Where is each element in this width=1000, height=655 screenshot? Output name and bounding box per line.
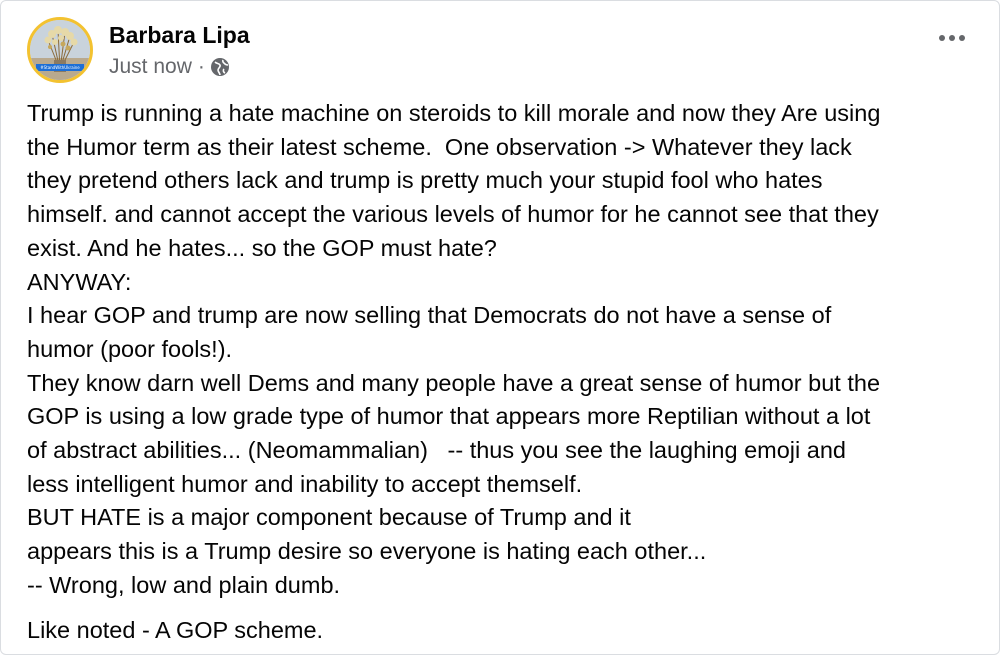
post-text-line: humor (poor fools!). xyxy=(27,335,233,362)
more-options-icon[interactable] xyxy=(939,35,965,41)
post-text-line: -- Wrong, low and plain dumb. xyxy=(27,571,341,598)
post-text-line: exist. And he hates... so the GOP must h… xyxy=(27,234,497,261)
avatar[interactable]: #StandWithUkraine xyxy=(27,17,93,83)
post-text-line: less intelligent humor and inability to … xyxy=(27,470,583,497)
globe-icon[interactable] xyxy=(210,57,230,77)
post-text-line: I hear GOP and trump are now selling tha… xyxy=(27,302,832,329)
author-name[interactable]: Barbara Lipa xyxy=(109,21,250,49)
timestamp[interactable]: Just now xyxy=(109,55,192,79)
post-text-line: ANYWAY: xyxy=(27,268,132,295)
post-meta: Barbara Lipa Just now · xyxy=(109,21,250,79)
post-text-line: BUT HATE is a major component because of… xyxy=(27,504,631,531)
more-dot xyxy=(939,35,945,41)
post-header: #StandWithUkraine Barbara Lipa Just now … xyxy=(27,17,250,83)
post-text-line: the Humor term as their latest scheme. O… xyxy=(27,133,852,160)
post-text-line: GOP is using a low grade type of humor t… xyxy=(27,403,871,430)
post-text-line: Trump is running a hate machine on stero… xyxy=(27,100,881,126)
more-dot xyxy=(959,35,965,41)
post-text-line: They know darn well Dems and many people… xyxy=(27,369,881,396)
post-closing-line: Like noted - A GOP scheme. xyxy=(27,616,324,643)
post-text-line: they pretend others lack and trump is pr… xyxy=(27,167,823,194)
post-text-line: of abstract abilities... (Neomammalian) … xyxy=(27,437,846,464)
avatar-badge: #StandWithUkraine xyxy=(36,64,84,71)
post-body: Trump is running a hate machine on stero… xyxy=(27,97,987,647)
post-timeline: Just now · xyxy=(109,55,250,79)
avatar-image xyxy=(30,20,90,80)
more-dot xyxy=(949,35,955,41)
post-text-line: himself. and cannot accept the various l… xyxy=(27,201,879,228)
post-text-line: appears this is a Trump desire so everyo… xyxy=(27,538,707,565)
post-card: #StandWithUkraine Barbara Lipa Just now … xyxy=(0,0,1000,655)
separator-dot: · xyxy=(197,55,205,78)
